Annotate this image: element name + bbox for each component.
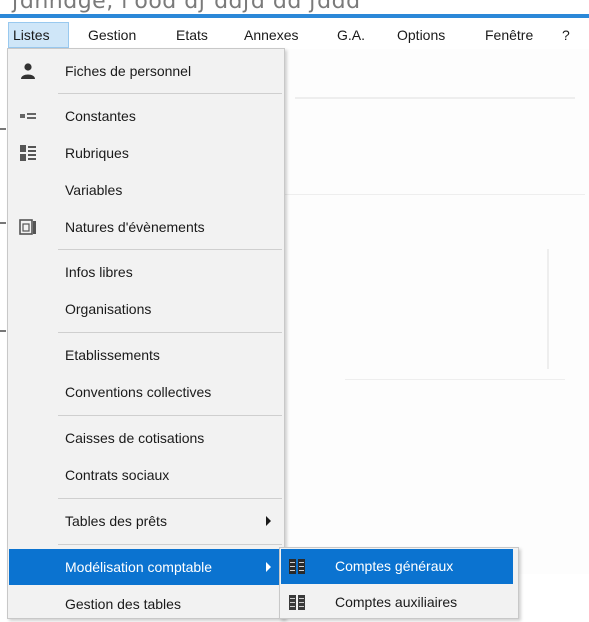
menubar: Listes Gestion Etats Annexes G.A. Option… <box>0 18 589 49</box>
menu-item-modelisation-comptable[interactable]: Modélisation comptable <box>9 549 283 585</box>
submenu-arrow-icon <box>266 562 271 572</box>
menu-gestion[interactable]: Gestion <box>84 23 140 47</box>
menu-item-label: Organisations <box>65 301 152 317</box>
menu-item-label: Constantes <box>65 108 136 124</box>
menu-item-organisations[interactable]: Organisations <box>9 291 283 327</box>
menu-item-label: Contrats sociaux <box>65 467 170 483</box>
submenu-item-comptes-generaux[interactable]: Comptes généraux <box>281 549 513 584</box>
event-icon <box>19 218 37 236</box>
menu-item-natures-evenements[interactable]: Natures d'évènements <box>9 209 283 245</box>
menu-etats[interactable]: Etats <box>172 23 212 47</box>
menu-separator <box>58 544 282 545</box>
menu-listes[interactable]: Listes <box>8 22 69 48</box>
menu-separator <box>58 332 282 333</box>
menu-item-label: Variables <box>65 182 123 198</box>
menu-item-label: Fiches de personnel <box>65 63 192 79</box>
menu-item-rubriques[interactable]: Rubriques <box>9 135 283 171</box>
menu-item-label: Etablissements <box>65 347 160 363</box>
constants-icon <box>19 107 37 125</box>
menu-item-label: Conventions collectives <box>65 384 212 400</box>
menu-item-variables[interactable]: Variables <box>9 172 283 208</box>
menu-annexes[interactable]: Annexes <box>240 23 302 47</box>
menu-item-infos-libres[interactable]: Infos libres <box>9 254 283 290</box>
menu-item-etablissements[interactable]: Etablissements <box>9 337 283 373</box>
menu-separator <box>58 498 282 499</box>
menu-item-label: Tables des prêts <box>65 513 167 529</box>
menu-separator <box>58 415 282 416</box>
workspace-background <box>285 49 589 574</box>
menu-item-label: Caisses de cotisations <box>65 430 205 446</box>
menu-item-contrats-sociaux[interactable]: Contrats sociaux <box>9 457 283 493</box>
menu-separator <box>58 93 282 94</box>
ledger-icon <box>289 559 305 574</box>
menu-item-tables-des-prets[interactable]: Tables des prêts <box>9 503 283 539</box>
menu-item-fiches-de-personnel[interactable]: Fiches de personnel <box>9 53 283 89</box>
menu-item-label: Rubriques <box>65 145 129 161</box>
menu-item-label: Gestion des tables <box>65 596 181 612</box>
menu-item-gestion-des-tables[interactable]: Gestion des tables <box>9 586 283 622</box>
background-mark <box>0 222 6 224</box>
submenu-item-label: Comptes généraux <box>335 558 454 574</box>
person-icon <box>19 62 37 80</box>
background-mark <box>0 330 6 332</box>
listes-dropdown-menu: Fiches de personnel Constantes Rubriques <box>7 48 285 619</box>
ledger-icon <box>289 595 305 610</box>
modelisation-comptable-submenu: Comptes généraux Comptes auxiliaires <box>279 547 519 619</box>
menu-item-constantes[interactable]: Constantes <box>9 98 283 134</box>
list-icon <box>19 144 37 162</box>
menu-fenetre[interactable]: Fenêtre <box>481 23 537 47</box>
menu-item-conventions-collectives[interactable]: Conventions collectives <box>9 374 283 410</box>
menu-ga[interactable]: G.A. <box>333 23 369 47</box>
submenu-item-label: Comptes auxiliaires <box>335 594 458 610</box>
menu-item-label: Natures d'évènements <box>65 219 205 235</box>
menu-separator <box>58 249 282 250</box>
menu-help[interactable]: ? <box>558 23 574 47</box>
submenu-arrow-icon <box>266 516 271 526</box>
window-title: ʃɑnnɑɡe, l'ooɑ ɑʃ ɑɑʃɑ ɑɑ ʃɑɑɑ <box>12 0 361 14</box>
menu-item-label: Modélisation comptable <box>65 559 213 575</box>
menu-item-label: Infos libres <box>65 264 133 280</box>
submenu-item-comptes-auxiliaires[interactable]: Comptes auxiliaires <box>281 585 513 620</box>
menu-item-caisses-de-cotisations[interactable]: Caisses de cotisations <box>9 420 283 456</box>
menu-options[interactable]: Options <box>393 23 449 47</box>
background-mark <box>0 128 6 130</box>
